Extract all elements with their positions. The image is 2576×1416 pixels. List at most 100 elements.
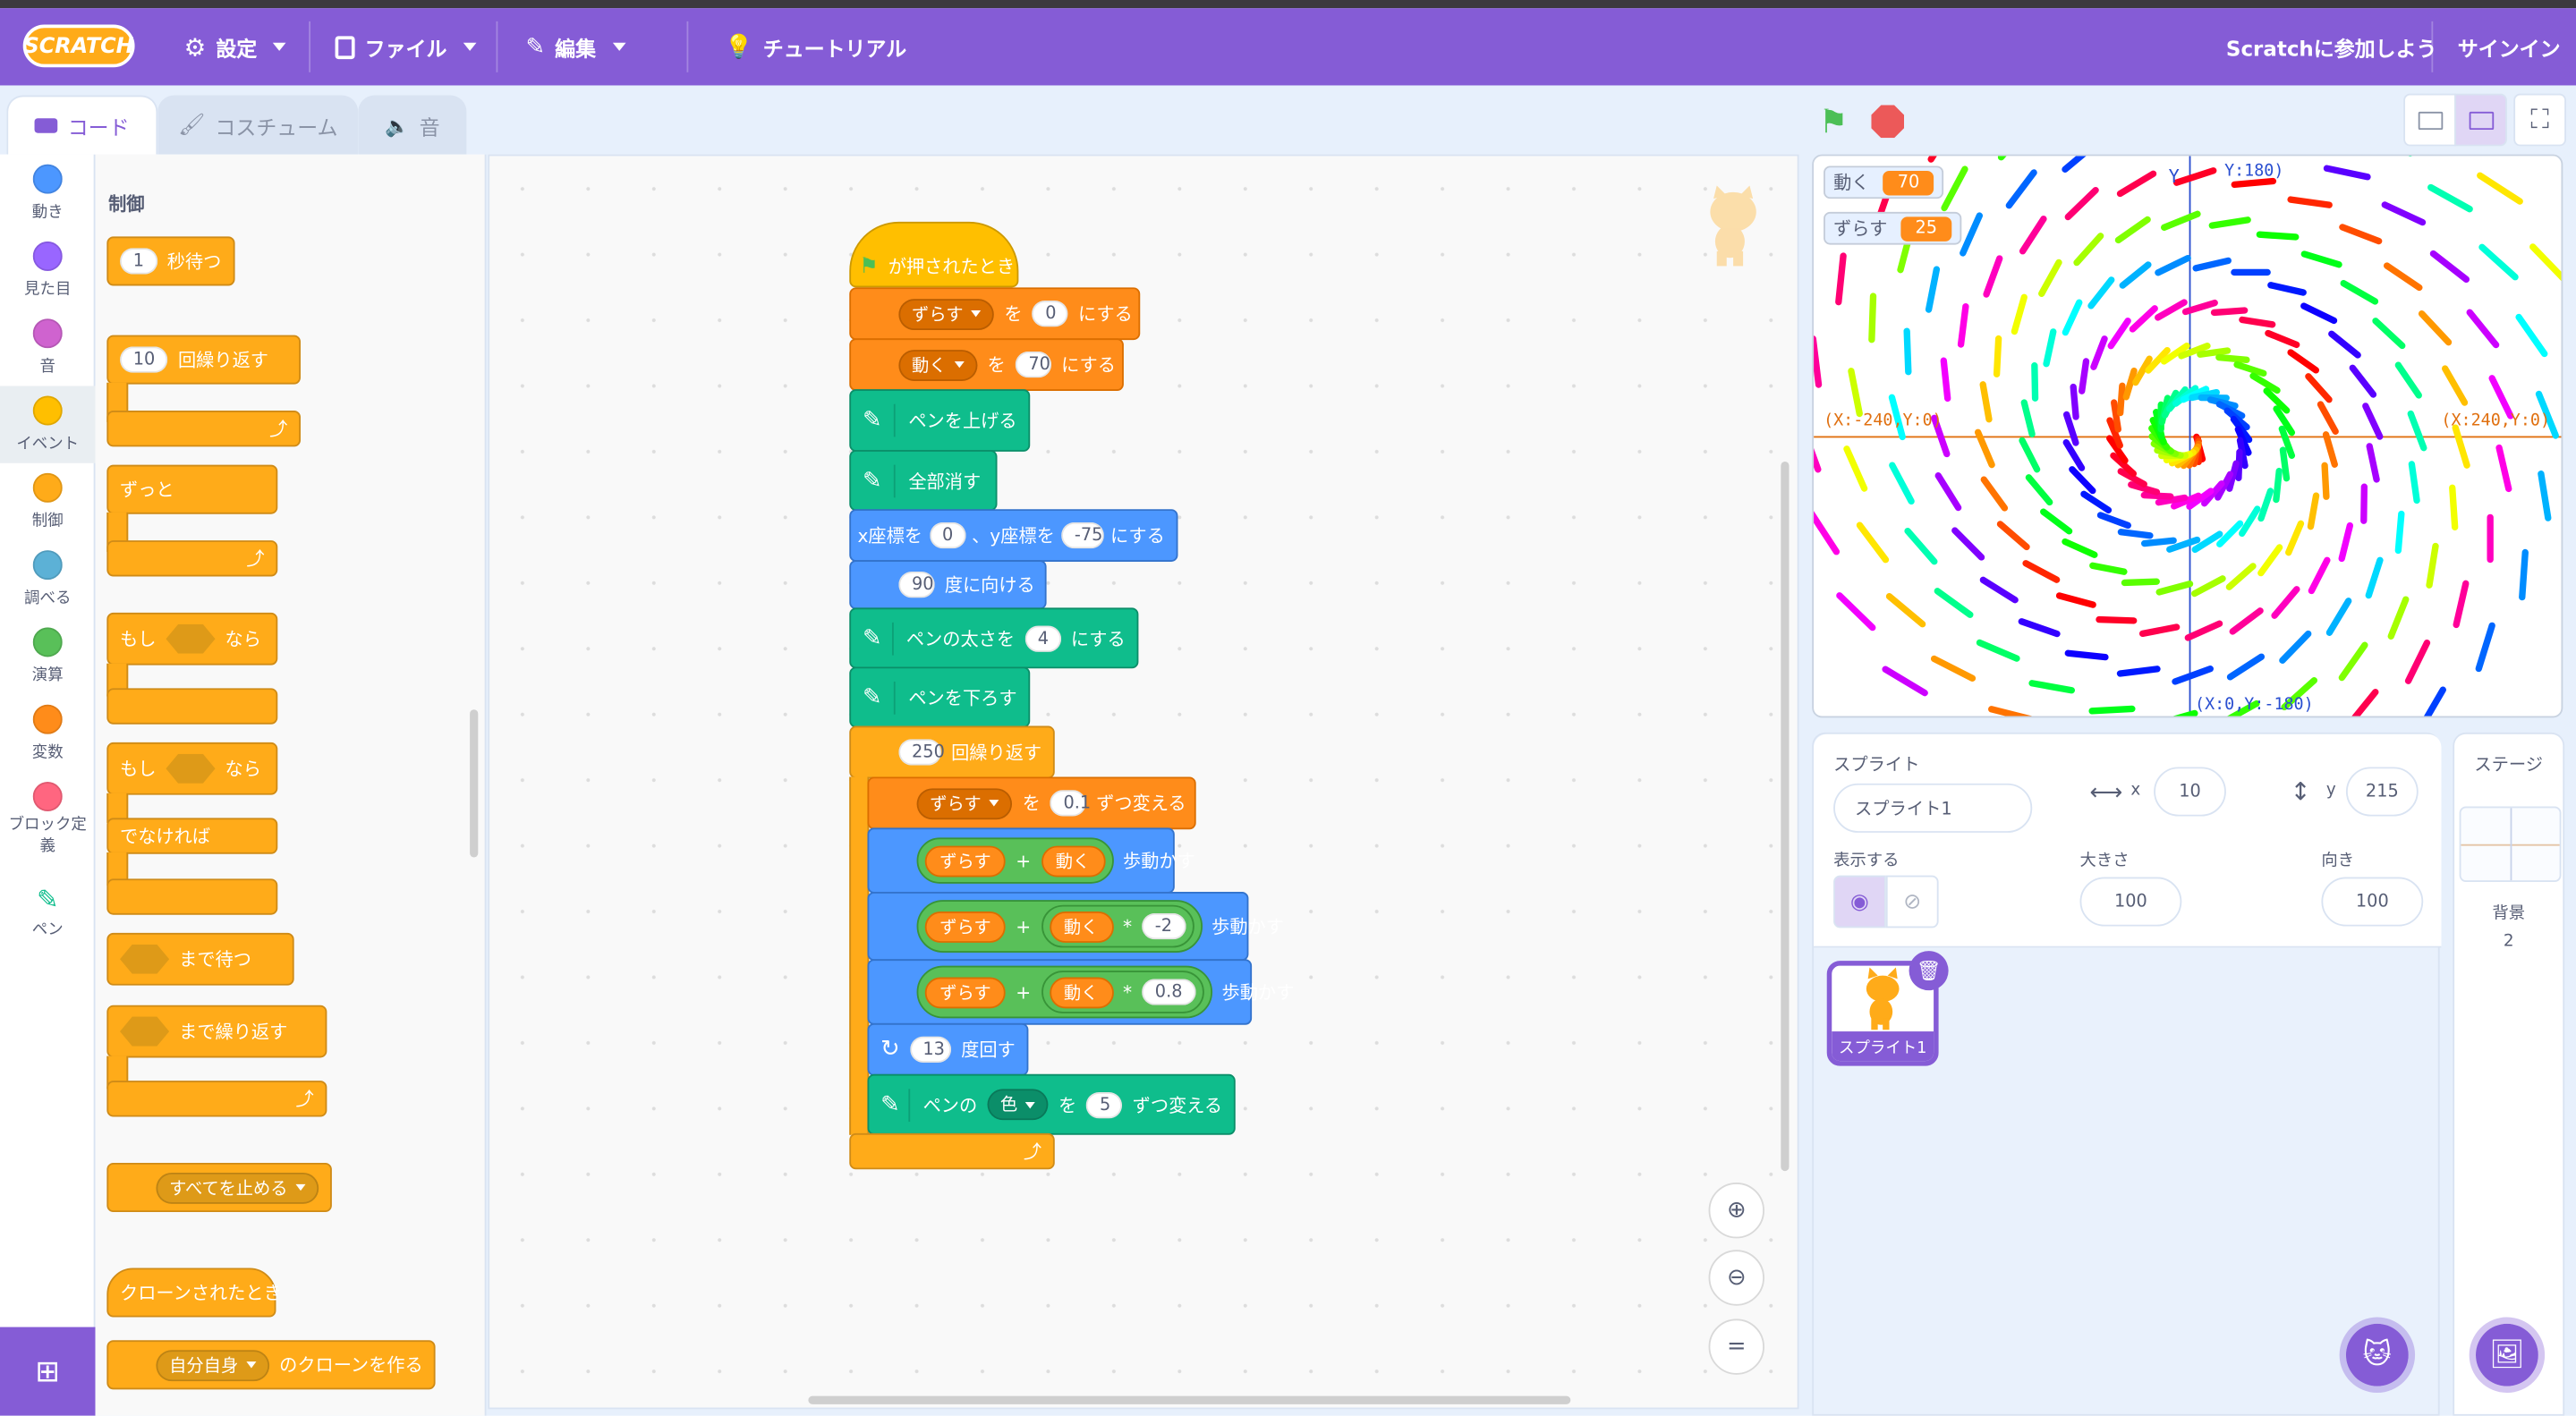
loop-arrow-icon: ⤴ [269, 419, 288, 441]
pen-stroke [2096, 512, 2131, 530]
pen-stroke [1960, 212, 1983, 257]
erase-all-block[interactable]: ✎ 全部消す [849, 450, 998, 512]
tab-code[interactable]: コード [6, 95, 158, 155]
stop-button[interactable] [1871, 105, 1905, 139]
choose-backdrop-button[interactable]: 🖼 [2469, 1317, 2546, 1394]
add-operator[interactable]: ずらす + 動く * 0.8 [916, 965, 1212, 1019]
category-control[interactable]: 制御 [0, 472, 95, 530]
size-input[interactable]: 100 [2079, 877, 2182, 927]
variable-dropdown[interactable]: ずらす [916, 787, 1013, 819]
hide-sprite-button[interactable]: ⊘ [1885, 875, 1939, 928]
workspace-vertical-scrollbar[interactable] [1781, 461, 1790, 1172]
zoom-reset-button[interactable]: = [1708, 1318, 1764, 1375]
scratch-logo[interactable]: SCRATCH [22, 24, 135, 68]
category-motion[interactable]: 動き [0, 164, 95, 222]
multiply-operator[interactable]: 動く * -2 [1041, 904, 1194, 948]
pen-up-block[interactable]: ✎ ペンを上げる [849, 389, 1031, 452]
pen-stroke [1903, 327, 1912, 376]
set-move-block[interactable]: 動くを 70 にする [849, 338, 1124, 391]
category-my-blocks[interactable]: ブロック定義 [0, 781, 95, 859]
edit-menu[interactable]: ✎ 編集 [526, 8, 626, 85]
choose-sprite-button[interactable]: 🐱 [2339, 1317, 2416, 1394]
boolean-slot[interactable] [166, 623, 216, 654]
variable-dropdown[interactable]: 動く [898, 349, 978, 381]
zoom-out-button[interactable]: ⊖ [1708, 1250, 1764, 1306]
category-sensing[interactable]: 調べる [0, 550, 95, 607]
pen-stroke [2366, 443, 2380, 483]
boolean-slot[interactable] [120, 1016, 170, 1047]
pen-stroke [2116, 170, 2157, 198]
tab-sounds[interactable]: 🔈 音 [358, 95, 467, 155]
repeat-until-block[interactable]: まで繰り返す [106, 1005, 327, 1058]
move-steps-block-1[interactable]: ずらす + 動く 歩動かす [867, 827, 1195, 894]
script-workspace[interactable]: ⚑ が押されたとき ずらすを 0 にする 動くを 70 にする ✎ ペンを上げる ✎ 全部消す… [488, 154, 1799, 1410]
category-operators[interactable]: 演算 [0, 627, 95, 685]
add-extension-button[interactable]: ⊞ [0, 1327, 96, 1416]
wait-until-block[interactable]: まで待つ [106, 932, 294, 986]
forever-block[interactable]: ずっと [106, 464, 278, 514]
turn-block[interactable]: ↻ 13 度回す [867, 1022, 1029, 1076]
small-stage-icon [2418, 111, 2444, 131]
set-pen-size-block[interactable]: ✎ ペンの太さを 4 にする [849, 607, 1139, 669]
sprite-pane: スプライト スプライト1 ⟷ x 10 ↕ y 215 表示する ◉ ⊘ 大きさ… [1812, 732, 2442, 1416]
wait-block[interactable]: 1 秒待つ [106, 236, 234, 286]
set-shift-block[interactable]: ずらすを 0 にする [849, 287, 1141, 341]
stage-canvas[interactable]: Y (X:-240,Y:0) (X:240,Y:0) (X:0,Y:-180) … [1812, 154, 2563, 718]
change-shift-block[interactable]: ずらすを 0.1 ずつ変える [867, 776, 1196, 830]
direction-input[interactable]: 100 [2321, 877, 2424, 927]
category-events[interactable]: イベント [0, 386, 96, 463]
variable-monitor-shift[interactable]: ずらす 25 [1824, 211, 1962, 245]
repeat-block[interactable]: 10 回繰り返す [106, 335, 302, 385]
tutorials-button[interactable]: 💡 チュートリアル [725, 8, 906, 85]
pen-stroke [2233, 360, 2267, 377]
clone-target-dropdown[interactable]: 自分自身 [156, 1349, 270, 1381]
repeat-250-block[interactable]: 250 回繰り返す [849, 725, 1055, 779]
stop-dropdown[interactable]: すべてを止める [156, 1172, 319, 1203]
point-in-direction-block[interactable]: 90 度に向ける [849, 560, 1047, 610]
pen-stroke [2018, 618, 2061, 638]
when-cloned-hat[interactable]: クローンされたとき [106, 1268, 282, 1318]
zoom-in-button[interactable]: ⊕ [1708, 1182, 1764, 1239]
multiply-operator[interactable]: 動く * 0.8 [1041, 971, 1204, 1013]
direction-label: 向き [2321, 852, 2355, 871]
category-looks[interactable]: 見た目 [0, 241, 95, 299]
show-sprite-button[interactable]: ◉ [1833, 875, 1886, 928]
large-stage-button[interactable] [2454, 93, 2507, 147]
stage-selector[interactable]: ステージ 背景 2 🖼 [2453, 732, 2565, 1416]
pen-down-block[interactable]: ✎ ペンを下ろす [849, 666, 1031, 728]
file-menu[interactable]: ファイル [335, 8, 477, 85]
x-input[interactable]: 10 [2154, 767, 2226, 817]
variable-monitor-move[interactable]: 動く 70 [1824, 165, 1944, 199]
sprite-name-input[interactable]: スプライト1 [1833, 783, 2033, 833]
delete-sprite-button[interactable]: 🗑 [1909, 951, 1949, 991]
category-sound[interactable]: 音 [0, 318, 95, 376]
sign-in-link[interactable]: サインイン [2458, 8, 2561, 85]
settings-menu[interactable]: ⚙ 設定 [184, 8, 287, 85]
category-pen[interactable]: ✎ ペン [0, 884, 95, 939]
pen-stroke [2107, 318, 2131, 350]
boolean-slot[interactable] [166, 753, 216, 784]
fullscreen-button[interactable]: ⛶ [2513, 93, 2566, 147]
if-else-block[interactable]: もし なら [106, 742, 278, 795]
move-steps-block-3[interactable]: ずらす + 動く * 0.8 歩動かす [867, 959, 1294, 1025]
green-flag-button[interactable]: ⚑ [1819, 102, 1849, 141]
change-pen-color-block[interactable]: ✎ ペンの色を 5 ずつ変える [867, 1073, 1236, 1135]
move-steps-block-2[interactable]: ずらす + 動く * -2 歩動かす [867, 892, 1284, 962]
tab-costumes[interactable]: 🖌 コスチューム [157, 95, 359, 155]
palette-scrollbar[interactable] [470, 709, 479, 858]
y-input[interactable]: 215 [2345, 767, 2419, 817]
join-scratch-link[interactable]: Scratchに参加しよう [2226, 8, 2437, 85]
boolean-slot[interactable] [120, 944, 170, 974]
go-to-xy-block[interactable]: x座標を 0 、y座標を -75 にする [849, 509, 1178, 562]
workspace-horizontal-scrollbar[interactable] [808, 1395, 1571, 1404]
variable-dropdown[interactable]: ずらす [898, 298, 995, 330]
stage-thumbnail[interactable] [2459, 806, 2562, 882]
add-operator[interactable]: ずらす + 動く [916, 837, 1113, 884]
small-stage-button[interactable] [2403, 93, 2456, 147]
if-block[interactable]: もし なら [106, 612, 278, 666]
stop-block[interactable]: すべてを止める [106, 1162, 333, 1213]
pen-param-dropdown[interactable]: 色 [987, 1089, 1050, 1121]
create-clone-block[interactable]: 自分自身 のクローンを作る [106, 1340, 437, 1390]
category-variables[interactable]: 変数 [0, 704, 95, 762]
add-operator[interactable]: ずらす + 動く * -2 [916, 900, 1203, 953]
